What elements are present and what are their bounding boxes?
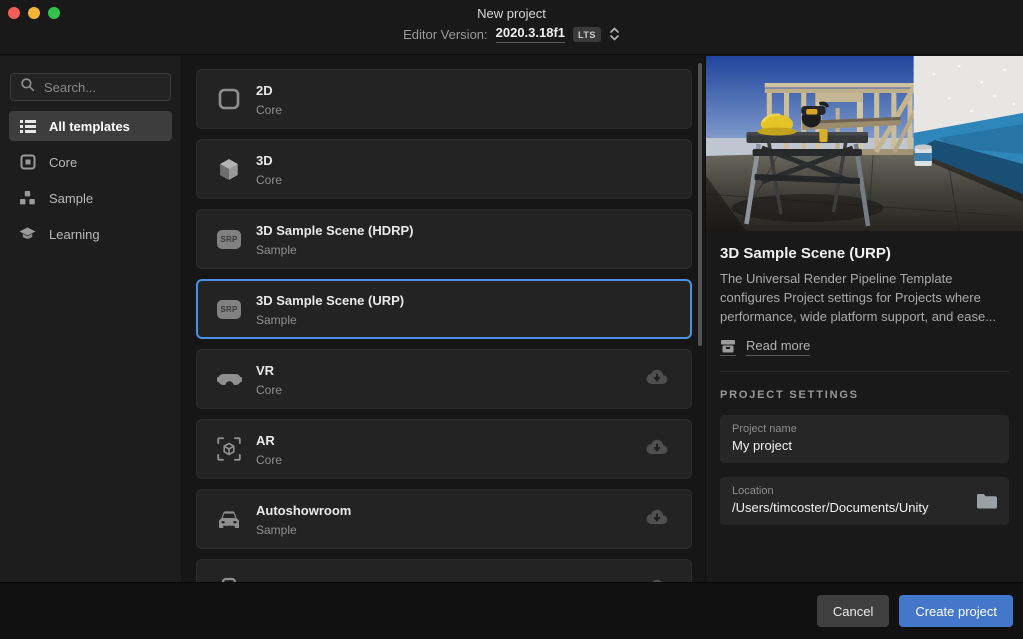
template-subtitle: Sample: [256, 243, 414, 257]
create-project-button[interactable]: Create project: [899, 595, 1013, 627]
template-card-vr[interactable]: VR Core: [196, 349, 692, 409]
cancel-button[interactable]: Cancel: [817, 595, 889, 627]
template-card-autoshowroom[interactable]: Autoshowroom Sample: [196, 489, 692, 549]
list-scrollbar[interactable]: [698, 63, 702, 346]
details-title: 3D Sample Scene (URP): [720, 245, 1009, 262]
template-card-3d[interactable]: 3D Core: [196, 139, 692, 199]
template-subtitle: Sample: [256, 523, 351, 537]
template-subtitle: Sample: [256, 313, 404, 327]
srp-badge-icon: SRP: [214, 230, 244, 249]
details-body: 3D Sample Scene (URP) The Universal Rend…: [706, 231, 1023, 525]
search-box[interactable]: [10, 73, 171, 101]
sidebar-item-sample[interactable]: Sample: [9, 183, 172, 213]
sidebar-item-label: Core: [49, 155, 77, 170]
cloud-download-icon: [645, 438, 669, 460]
cloud-download-icon: [645, 508, 669, 530]
location-label: Location: [732, 485, 997, 497]
template-title: Autoshowroom: [256, 503, 351, 518]
editor-version-row: Editor Version: 2020.3.18f1 LTS: [0, 25, 1023, 43]
read-more-label: Read more: [746, 338, 810, 356]
car-icon: [214, 509, 244, 529]
template-card-3d-mobile[interactable]: 3D Mobile: [196, 559, 692, 582]
vr-headset-icon: [214, 369, 244, 389]
version-stepper-icon[interactable]: [609, 27, 620, 41]
read-more-link[interactable]: Read more: [720, 338, 810, 356]
template-title: 3D Sample Scene (HDRP): [256, 223, 414, 238]
search-input[interactable]: [44, 80, 161, 95]
project-name-field[interactable]: Project name: [720, 415, 1009, 463]
template-card-urp[interactable]: SRP 3D Sample Scene (URP) Sample: [196, 279, 692, 339]
template-title: 2D: [256, 83, 273, 98]
main-content: All templates Core Sample Learning: [0, 56, 1023, 582]
sidebar-item-label: Sample: [49, 191, 93, 206]
template-title: 3D: [256, 153, 273, 168]
list-icon: [19, 119, 36, 134]
journal-icon: [720, 338, 736, 356]
search-icon: [20, 77, 35, 97]
sidebar-item-core[interactable]: Core: [9, 147, 172, 177]
ar-cube-icon: [214, 437, 244, 461]
sidebar-item-label: Learning: [49, 227, 100, 242]
location-input[interactable]: [732, 500, 965, 515]
template-list: 2D Core 3D Core SRP 3D Sample Scene (HDRP)…: [181, 56, 705, 582]
template-title: 3D Sample Scene (URP): [256, 293, 404, 308]
location-field[interactable]: Location: [720, 477, 1009, 525]
learning-icon: [19, 227, 36, 241]
cube-3d-icon: [214, 158, 244, 181]
editor-version-label: Editor Version:: [403, 27, 488, 42]
new-project-dialog: New project Editor Version: 2020.3.18f1 …: [0, 0, 1023, 639]
sidebar: All templates Core Sample Learning: [0, 56, 181, 582]
template-subtitle: Core: [256, 453, 282, 467]
template-title: VR: [256, 363, 274, 378]
core-icon: [19, 154, 36, 170]
editor-version-value[interactable]: 2020.3.18f1: [496, 25, 565, 43]
titlebar: New project Editor Version: 2020.3.18f1 …: [0, 0, 1023, 55]
footer: Cancel Create project: [0, 582, 1023, 639]
template-preview-image: [706, 56, 1023, 231]
lts-badge: LTS: [573, 27, 601, 42]
sidebar-item-learning[interactable]: Learning: [9, 219, 172, 249]
project-name-label: Project name: [732, 423, 997, 435]
project-settings-header: PROJECT SETTINGS: [720, 389, 1009, 401]
sample-icon: [19, 191, 36, 205]
sidebar-item-label: All templates: [49, 119, 130, 134]
sidebar-item-all-templates[interactable]: All templates: [9, 111, 172, 141]
template-card-2d[interactable]: 2D Core: [196, 69, 692, 129]
template-subtitle: Core: [256, 173, 282, 187]
square-2d-icon: [214, 88, 244, 110]
template-card-ar[interactable]: AR Core: [196, 419, 692, 479]
project-name-input[interactable]: [732, 438, 997, 453]
srp-badge-icon: SRP: [214, 300, 244, 319]
details-description: The Universal Render Pipeline Template c…: [720, 269, 1009, 326]
divider: [720, 371, 1009, 372]
template-subtitle: Core: [256, 383, 282, 397]
template-card-hdrp[interactable]: SRP 3D Sample Scene (HDRP) Sample: [196, 209, 692, 269]
template-title: AR: [256, 433, 275, 448]
browse-folder-button[interactable]: [976, 493, 997, 510]
cloud-download-icon: [645, 368, 669, 390]
template-subtitle: Core: [256, 103, 282, 117]
page-title: New project: [0, 6, 1023, 21]
details-panel: 3D Sample Scene (URP) The Universal Rend…: [705, 56, 1023, 582]
